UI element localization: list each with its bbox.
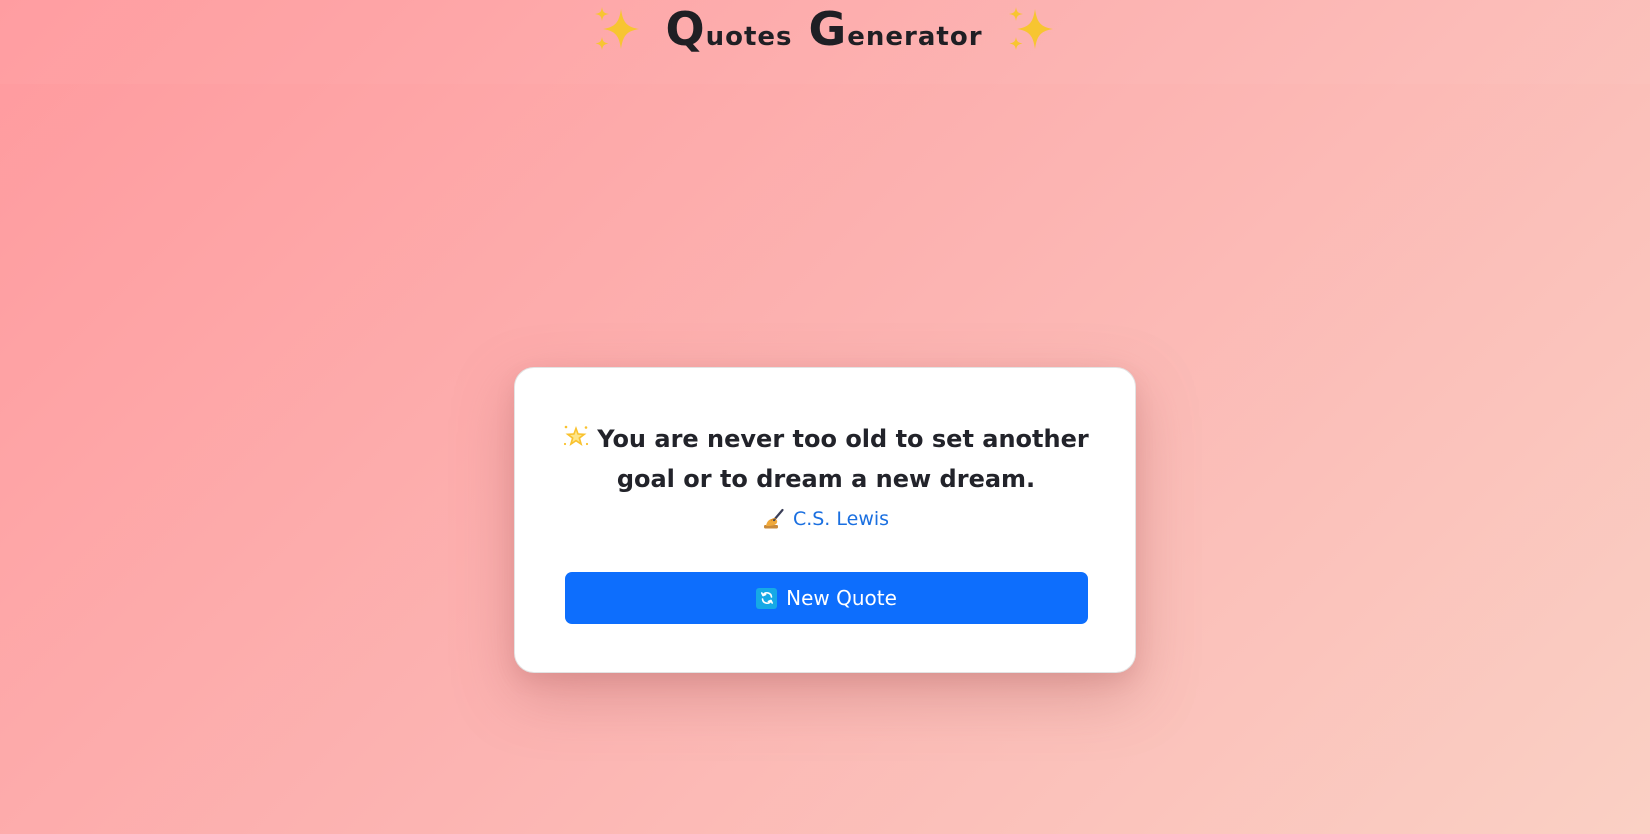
title-word2-cap: G — [808, 2, 848, 56]
new-quote-button[interactable]: New Quote — [565, 572, 1088, 624]
title-word1-rest: uotes — [705, 22, 793, 52]
title-row: Quotes Generator — [591, 0, 1056, 58]
title-word2-rest: enerator — [847, 22, 983, 52]
page-title: Quotes Generator — [665, 2, 982, 56]
quote-block: You are never too old to set another goa… — [555, 421, 1097, 498]
refresh-icon — [756, 587, 778, 609]
author-row: C.S. Lewis — [515, 508, 1137, 530]
writing-hand-icon — [763, 508, 785, 530]
quote-text: You are never too old to set another goa… — [597, 425, 1089, 493]
author-name: C.S. Lewis — [792, 508, 890, 530]
sparkles-icon — [1005, 3, 1057, 55]
new-quote-label: New Quote — [786, 586, 897, 610]
sparkles-icon — [591, 3, 643, 55]
app-header: Quotes Generator — [0, 0, 1650, 84]
title-word1-cap: Q — [665, 2, 706, 56]
quote-card: You are never too old to set another goa… — [514, 367, 1136, 673]
glowing-star-icon — [563, 424, 589, 461]
